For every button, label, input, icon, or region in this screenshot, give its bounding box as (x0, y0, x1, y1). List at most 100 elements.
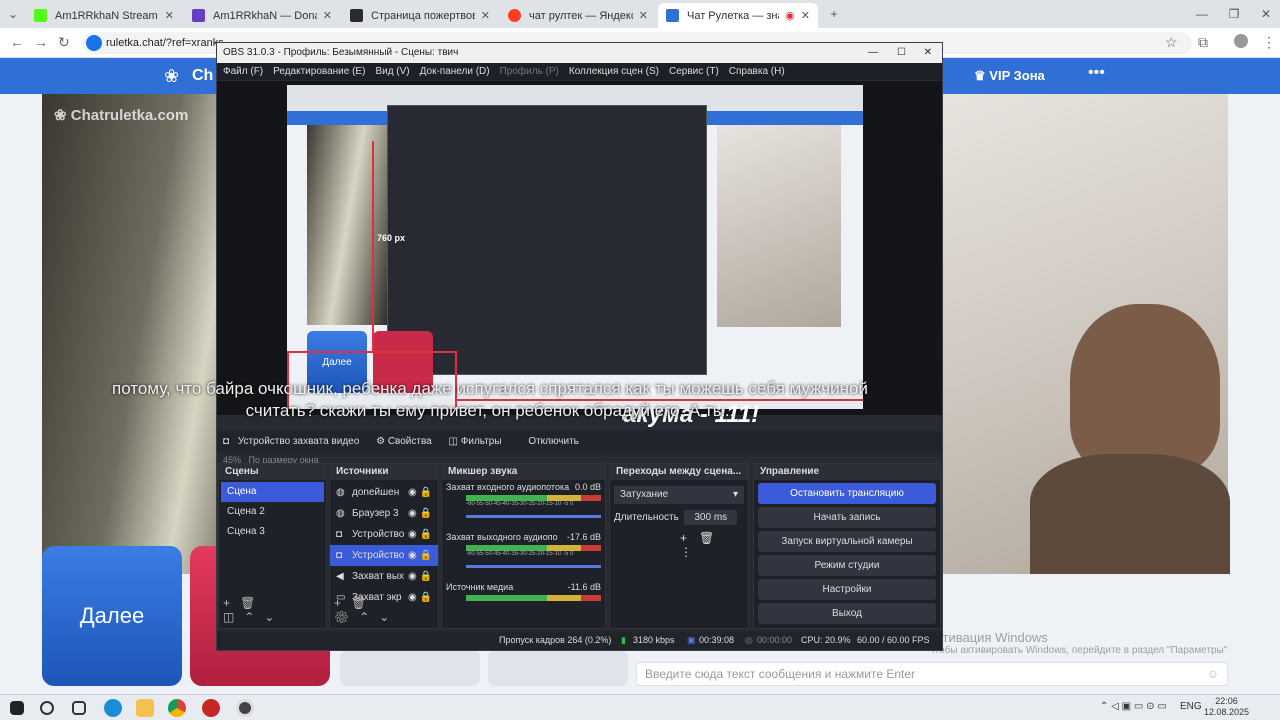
obs-preview[interactable]: Далее 760 px 1351 px акума - 111! 45% По… (217, 81, 942, 465)
windows-taskbar: ⌃ ◁ ▣ ▭ ⊙ ▭ ENG 22:06 12.08.2025 (0, 694, 1280, 720)
camera-icon: ◘ (336, 529, 343, 540)
eye-lock-icon: ◉ 🔒 (408, 508, 432, 519)
volume-slider[interactable] (466, 515, 601, 518)
close-icon[interactable]: ✕ (924, 43, 932, 63)
source-item[interactable]: Устройство ◘ ◉ 🔒 (330, 524, 438, 545)
crown-icon: ♛ (974, 68, 990, 83)
bbox-line (287, 351, 457, 353)
maximize-icon[interactable]: ☐ (897, 43, 906, 63)
task-view-icon[interactable] (72, 701, 86, 715)
speaker-icon: ◀ (336, 571, 344, 582)
search-icon[interactable] (40, 701, 54, 715)
menu-profile[interactable]: Профиль (P) (500, 63, 559, 80)
menu-help[interactable]: Справка (H) (729, 63, 785, 80)
exit-button[interactable]: Выход (758, 603, 936, 624)
language-indicator[interactable]: ENG (1180, 701, 1202, 712)
bbox-line (372, 141, 374, 351)
start-recording-button[interactable]: Начать запись (758, 507, 936, 528)
menu-dots-icon[interactable]: ⋮ (1262, 34, 1276, 51)
emoji-icon[interactable]: ☺ (1207, 663, 1219, 685)
source-item[interactable]: Устройство ◘ ◉ 🔒 (330, 545, 438, 566)
option-button[interactable] (488, 650, 628, 686)
tab-donatepay[interactable]: Am1RRkhaN — DonatePay✕ (184, 3, 340, 28)
close-icon[interactable]: ✕ (165, 9, 174, 22)
source-item[interactable]: Захват вых ◀ ◉ 🔒 (330, 566, 438, 587)
menu-docks[interactable]: Док-панели (D) (420, 63, 490, 80)
menu-tools[interactable]: Сервис (T) (669, 63, 719, 80)
menu-scene-collection[interactable]: Коллекция сцен (S) (569, 63, 659, 80)
mixer-channel: Захват выходного аудиопо -17.6 dB -60-55-5… (442, 530, 605, 580)
properties-button[interactable]: ⚙ Свойства (376, 436, 432, 447)
app-icon[interactable] (202, 699, 220, 717)
mixer-channel: Захват входного аудиопотока 0.0 dB -60-55-… (442, 480, 605, 530)
reload-icon[interactable]: ↻ (58, 34, 70, 51)
chrome-icon[interactable] (168, 699, 186, 717)
tab-list-chevron-icon[interactable]: ⌄ (0, 0, 26, 28)
windows-activation-watermark: Активация Windows Чтобы активировать Win… (928, 630, 1228, 656)
sources-dock: Источники дonейшен ◍ ◉ 🔒 Браузер 3 ◍ ◉ 🔒 Уст… (329, 463, 439, 629)
close-icon[interactable]: ✕ (481, 9, 490, 22)
minimize-icon[interactable]: — (1186, 0, 1218, 28)
windows-start-icon[interactable] (10, 701, 24, 715)
eye-lock-icon: ◉ 🔒 (408, 529, 432, 540)
chat-input[interactable]: Введите сюда текст сообщения и нажмите E… (636, 662, 1228, 686)
filters-button[interactable]: ◫ Фильтры (449, 436, 502, 447)
source-item[interactable]: Браузер 3 ◍ ◉ 🔒 (330, 503, 438, 524)
tab-donations[interactable]: Страница пожертвований - D✕ (342, 3, 498, 28)
stop-streaming-button[interactable]: Остановить трансляцию (758, 483, 936, 504)
record-icon: ◎ (745, 635, 753, 645)
transition-toolbar[interactable]: +🗑⋮ (680, 531, 748, 559)
stream-icon: ▣ (687, 635, 696, 645)
da-icon (350, 9, 363, 22)
self-video (940, 94, 1230, 574)
profile-avatar[interactable] (1234, 34, 1248, 48)
close-icon[interactable]: ✕ (323, 9, 332, 22)
close-window-icon[interactable]: ✕ (1250, 0, 1280, 28)
new-tab-button[interactable]: + (818, 0, 850, 28)
obs-icon[interactable] (236, 699, 254, 717)
restore-icon[interactable]: ❐ (1218, 0, 1250, 28)
scene-item[interactable]: Сцена 2 (221, 502, 324, 522)
extensions-icon[interactable]: ⧉ (1198, 34, 1208, 51)
sources-toolbar[interactable]: +🗑⚙⌃⌄ (334, 596, 438, 624)
mixer-channel: Источник медиа -11.6 dB (442, 580, 605, 610)
tray-icons[interactable]: ⌃ ◁ ▣ ▭ ⊙ ▭ (1100, 701, 1167, 712)
option-button[interactable] (340, 650, 480, 686)
bookmark-star-icon[interactable]: ☆ (1165, 34, 1178, 51)
more-dots-icon[interactable]: ••• (1088, 64, 1105, 82)
menu-edit[interactable]: Редактирование (E) (273, 63, 365, 80)
tab-kick[interactable]: Am1RRkhaN Stream - Watch Li✕ (26, 3, 182, 28)
site-info-icon[interactable] (86, 35, 102, 51)
tab-yandex[interactable]: чат рултек — Яндекс: нашлос✕ (500, 3, 656, 28)
nested-obs (387, 105, 707, 375)
scene-item[interactable]: Сцена (221, 482, 324, 502)
transition-select[interactable]: Затухание ▾ (614, 486, 744, 504)
scene-item[interactable]: Сцена 3 (221, 522, 324, 542)
disable-button[interactable]: Отключить (528, 436, 579, 447)
next-button[interactable]: Далее (42, 546, 182, 686)
back-icon[interactable]: ← (10, 34, 24, 50)
yandex-icon (508, 9, 521, 22)
menu-view[interactable]: Вид (V) (375, 63, 409, 80)
close-icon[interactable]: ✕ (639, 9, 648, 22)
file-explorer-icon[interactable] (136, 699, 154, 717)
browser-icon: ◍ (336, 487, 345, 498)
settings-button[interactable]: Настройки (758, 579, 936, 600)
virtual-camera-button[interactable]: Запуск виртуальной камеры (758, 531, 936, 552)
edge-icon[interactable] (104, 699, 122, 717)
forward-icon[interactable]: → (34, 34, 48, 50)
clock[interactable]: 22:06 12.08.2025 (1204, 696, 1249, 718)
scenes-toolbar[interactable]: +🗑◫⌃⌄ (223, 596, 326, 624)
source-item[interactable]: дonейшен ◍ ◉ 🔒 (330, 482, 438, 503)
minimize-icon[interactable]: — (868, 43, 878, 63)
duration-input[interactable]: 300 ms (684, 510, 738, 525)
close-icon[interactable]: ✕ (801, 9, 810, 22)
volume-slider[interactable] (466, 565, 601, 568)
studio-mode-button[interactable]: Режим студии (758, 555, 936, 576)
menu-file[interactable]: Файл (F) (223, 63, 263, 80)
vip-zone-link[interactable]: ♛ VIP Зона (974, 68, 1045, 84)
chevron-down-icon: ▾ (732, 489, 738, 500)
live-caption: потому, что байра очкошник, ребенка даже… (111, 379, 869, 420)
tab-chatruletka[interactable]: Чат Рулетка — знакомства◉✕ (658, 3, 818, 28)
volume-meter (466, 595, 601, 601)
